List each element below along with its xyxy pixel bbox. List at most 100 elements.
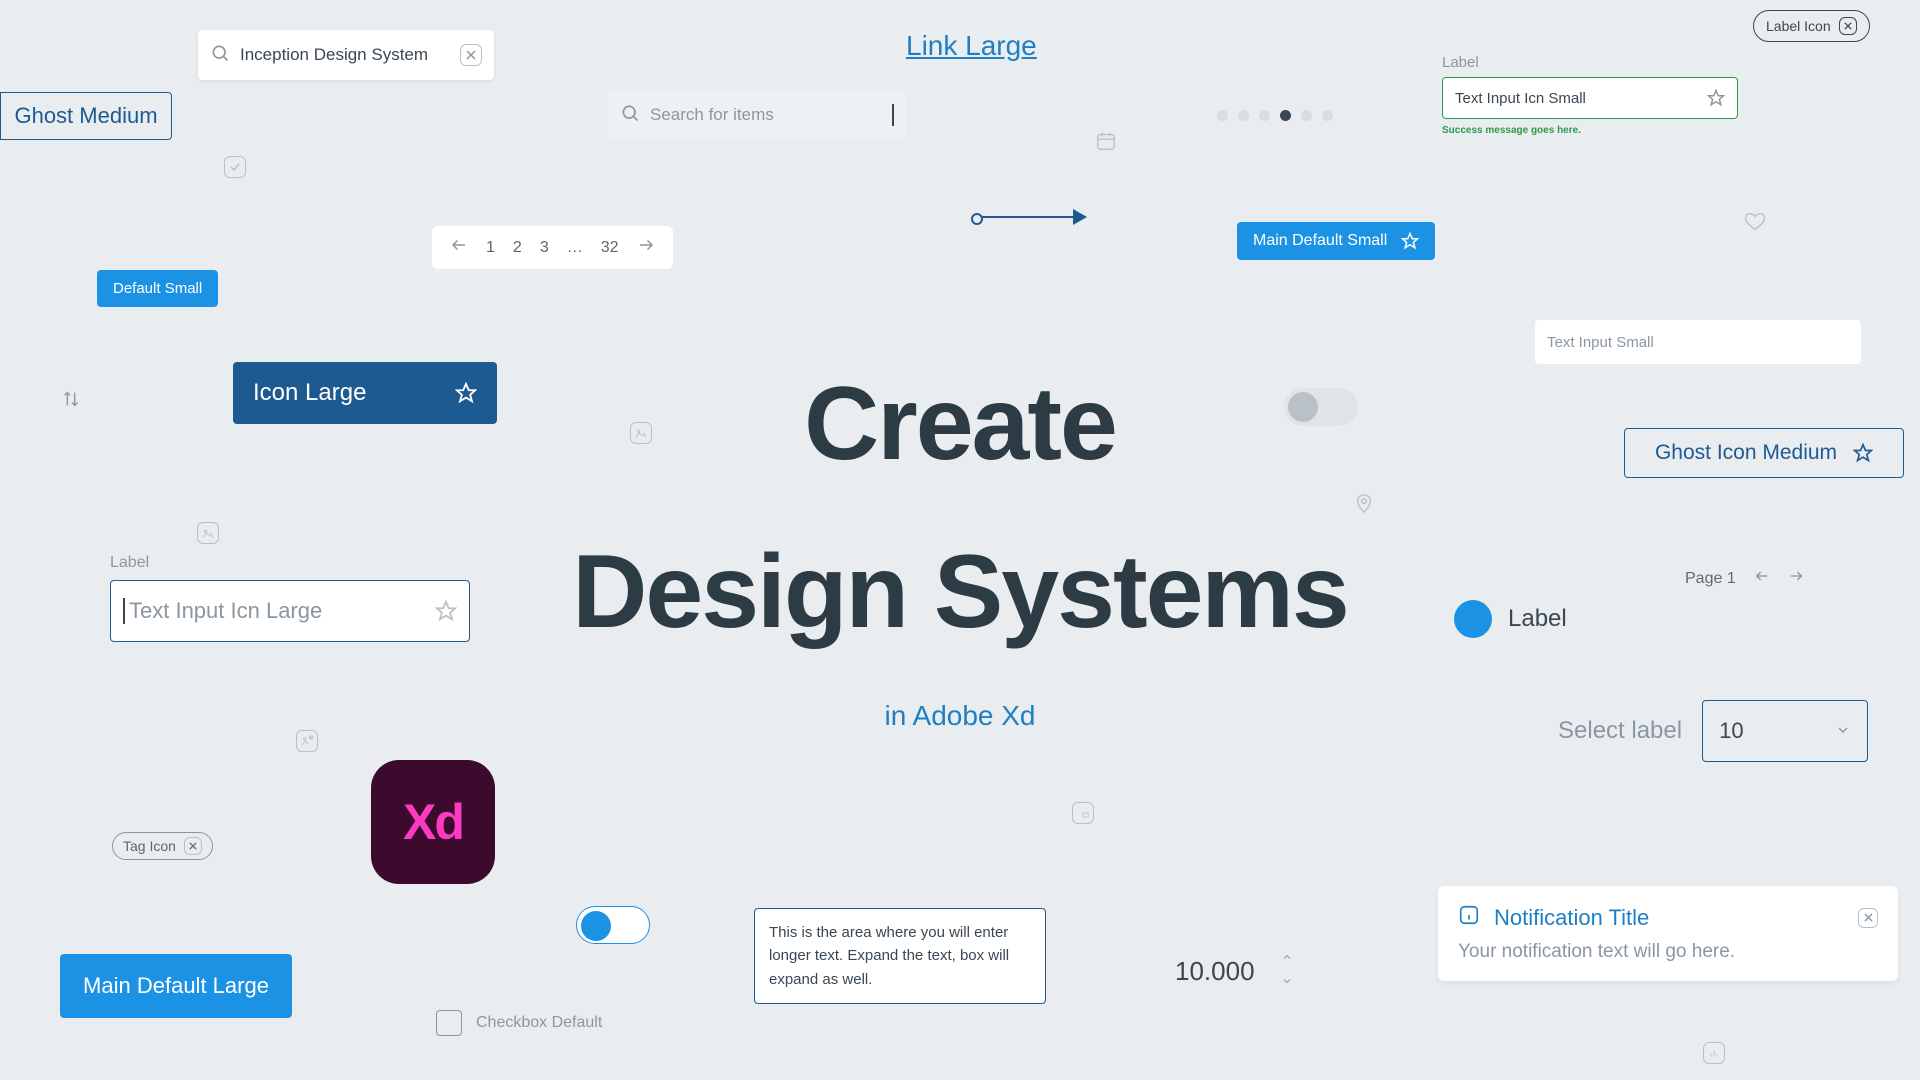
star-icon xyxy=(1401,232,1419,250)
select-value: 10 xyxy=(1719,718,1743,744)
number-stepper[interactable]: 10.000 xyxy=(1175,950,1295,992)
search-items-input[interactable]: Search for items xyxy=(608,90,906,140)
dot-4-active xyxy=(1280,110,1291,121)
star-icon xyxy=(455,382,477,404)
arrow-right-icon[interactable] xyxy=(1788,568,1804,589)
default-small-label: Default Small xyxy=(113,280,202,297)
link-large[interactable]: Link Large xyxy=(906,30,1037,62)
input-icn-small-group: Label Text Input Icn Small Success messa… xyxy=(1442,54,1738,136)
info-icon xyxy=(1458,904,1480,931)
carousel-dots[interactable] xyxy=(1217,110,1333,121)
page-ellipsis: … xyxy=(567,239,583,257)
headline-create: Create xyxy=(804,372,1116,476)
main-default-small-label: Main Default Small xyxy=(1253,232,1387,250)
checkbox-default[interactable]: Checkbox Default xyxy=(436,1010,602,1036)
label-icon-tag-text: Label Icon xyxy=(1766,18,1831,34)
text-cursor-icon xyxy=(123,598,125,624)
textarea[interactable]: This is the area where you will enter lo… xyxy=(754,908,1046,1004)
text-input-small[interactable]: Text Input Small xyxy=(1535,320,1861,364)
input-success-message: Success message goes here. xyxy=(1442,125,1738,136)
search-inception-value: Inception Design System xyxy=(240,45,460,65)
tag-icon-text: Tag Icon xyxy=(123,838,176,854)
page-1[interactable]: 1 xyxy=(486,239,495,257)
label-icon-tag[interactable]: Label Icon xyxy=(1753,10,1870,42)
main-default-small-button[interactable]: Main Default Small xyxy=(1237,222,1435,260)
select-group: Select label 10 xyxy=(1558,700,1868,762)
ghost-icon-medium-button[interactable]: Ghost Icon Medium xyxy=(1624,428,1904,478)
tag-icon-pill[interactable]: Tag Icon xyxy=(112,832,213,860)
ghost-medium-label: Ghost Medium xyxy=(14,103,157,129)
search-items-placeholder: Search for items xyxy=(650,105,884,125)
select-label: Select label xyxy=(1558,717,1682,745)
default-small-button[interactable]: Default Small xyxy=(97,270,218,307)
textarea-text: This is the area where you will enter lo… xyxy=(769,924,1009,988)
radio-group[interactable]: Label xyxy=(1454,600,1567,638)
close-icon[interactable] xyxy=(1839,17,1857,35)
input-icn-large-group: Label Text Input Icn Large xyxy=(110,554,470,642)
icon-large-button[interactable]: Icon Large xyxy=(233,362,497,424)
input-icn-small-label: Label xyxy=(1442,54,1738,71)
arrow-left-icon[interactable] xyxy=(450,236,468,259)
mini-pager-label: Page 1 xyxy=(1685,570,1736,588)
notification-body: Your notification text will go here. xyxy=(1458,941,1878,963)
star-icon xyxy=(1853,443,1873,463)
notification-card: Notification Title Your notification tex… xyxy=(1438,886,1898,981)
calendar-icon xyxy=(1095,130,1117,157)
input-icn-large-placeholder: Text Input Icn Large xyxy=(129,598,435,624)
text-cursor-icon xyxy=(892,104,894,126)
notification-title: Notification Title xyxy=(1494,905,1844,931)
chevron-up-icon[interactable] xyxy=(1279,950,1295,968)
input-icn-large-label: Label xyxy=(110,554,470,572)
radio-button[interactable] xyxy=(1454,600,1492,638)
toggle-on[interactable] xyxy=(576,906,650,944)
headline-design-systems: Design Systems xyxy=(572,540,1347,644)
pip-icon xyxy=(1072,802,1094,824)
location-icon xyxy=(1353,492,1375,519)
arrow-line xyxy=(975,216,1085,218)
ghost-icon-medium-label: Ghost Icon Medium xyxy=(1655,441,1837,465)
xd-logo: Xd xyxy=(371,760,495,884)
dot-6 xyxy=(1322,110,1333,121)
main-default-large-button[interactable]: Main Default Large xyxy=(60,954,292,1018)
chevron-down-icon xyxy=(1835,718,1851,744)
star-icon[interactable] xyxy=(435,600,457,622)
stepper-value: 10.000 xyxy=(1175,956,1255,987)
image-edit-icon xyxy=(296,730,318,752)
page-2[interactable]: 2 xyxy=(513,239,522,257)
dot-1 xyxy=(1217,110,1228,121)
sort-icon xyxy=(60,388,82,415)
input-icn-small[interactable]: Text Input Icn Small xyxy=(1442,77,1738,119)
pagination[interactable]: 1 2 3 … 32 xyxy=(432,226,673,269)
text-input-small-placeholder: Text Input Small xyxy=(1547,334,1654,351)
checkbox-box[interactable] xyxy=(436,1010,462,1036)
checkbox-done-icon xyxy=(224,156,246,178)
search-inception-input[interactable]: Inception Design System xyxy=(198,30,494,80)
checkbox-label: Checkbox Default xyxy=(476,1014,602,1032)
xd-logo-text: Xd xyxy=(403,793,463,851)
dot-2 xyxy=(1238,110,1249,121)
close-icon[interactable] xyxy=(1858,908,1878,928)
mini-pager[interactable]: Page 1 xyxy=(1685,568,1804,589)
input-icn-small-value: Text Input Icn Small xyxy=(1455,90,1707,107)
heart-icon xyxy=(1744,210,1766,237)
chevron-down-icon[interactable] xyxy=(1279,974,1295,992)
page-last[interactable]: 32 xyxy=(601,239,619,257)
input-icn-large[interactable]: Text Input Icn Large xyxy=(110,580,470,642)
radio-label: Label xyxy=(1508,605,1567,633)
image-icon xyxy=(197,522,219,544)
arrow-right-icon[interactable] xyxy=(637,236,655,259)
search-icon xyxy=(620,103,640,128)
dot-3 xyxy=(1259,110,1270,121)
main-default-large-label: Main Default Large xyxy=(83,973,269,999)
close-icon[interactable] xyxy=(184,837,202,855)
page-3[interactable]: 3 xyxy=(540,239,549,257)
image-icon xyxy=(630,422,652,444)
arrow-left-icon[interactable] xyxy=(1754,568,1770,589)
star-icon[interactable] xyxy=(1707,89,1725,107)
clear-icon[interactable] xyxy=(460,44,482,66)
toggle-knob xyxy=(581,911,611,941)
chart-icon xyxy=(1703,1042,1725,1064)
select-box[interactable]: 10 xyxy=(1702,700,1868,762)
toggle-off[interactable] xyxy=(1284,388,1358,426)
ghost-medium-button[interactable]: Ghost Medium xyxy=(0,92,172,140)
